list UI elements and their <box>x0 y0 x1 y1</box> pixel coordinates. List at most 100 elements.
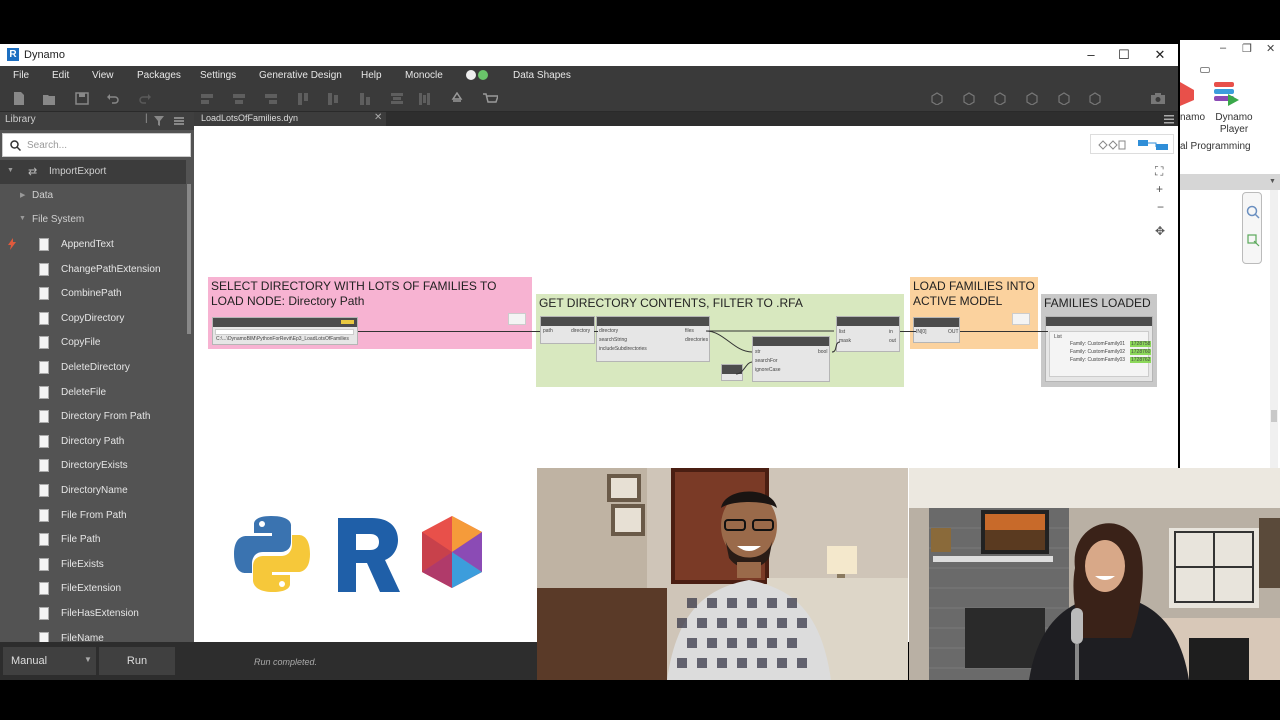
ribbon-dropdown-icon[interactable] <box>1200 67 1210 73</box>
menu-view[interactable]: View <box>92 70 114 81</box>
filter-by-bool-mask-node[interactable]: list mask in out <box>836 316 900 352</box>
library-item[interactable]: DirectoryExists <box>0 454 186 478</box>
zoom-region-icon[interactable] <box>1246 233 1260 247</box>
library-item[interactable]: DirectoryName <box>0 479 186 503</box>
view-cube-2-icon[interactable] <box>962 92 976 105</box>
zoom-in-icon[interactable]: + <box>1156 182 1163 196</box>
save-icon[interactable] <box>75 92 89 105</box>
library-item[interactable]: File From Path <box>0 504 186 528</box>
library-item[interactable]: AppendText <box>0 233 186 257</box>
recycle-icon[interactable] <box>450 92 464 105</box>
menu-generative-design[interactable]: Generative Design <box>259 70 342 81</box>
view-cube-4-icon[interactable] <box>1025 92 1039 105</box>
run-button[interactable]: Run <box>99 647 175 675</box>
library-search-field[interactable]: Search... <box>2 133 191 157</box>
close-button[interactable]: ✕ <box>1142 46 1178 64</box>
file-path-node[interactable]: path directory <box>540 316 595 344</box>
menu-monocle[interactable]: Monocle <box>405 70 443 81</box>
watch-node[interactable]: List Family: CustomFamily01 Family: Cust… <box>1045 316 1153 382</box>
menu-file[interactable]: File <box>13 70 29 81</box>
python-script-node[interactable]: IN[0] OUT <box>913 317 960 343</box>
library-item[interactable]: FileHasExtension <box>0 602 186 626</box>
geometry-view-icon[interactable] <box>1097 139 1127 151</box>
zoom-fit-icon[interactable]: ⛶ <box>1155 164 1163 179</box>
filter-icon[interactable] <box>154 116 164 126</box>
library-item[interactable]: File Path <box>0 528 186 552</box>
layout-toggle-icon[interactable]: | <box>145 113 148 124</box>
zoom-out-icon[interactable]: − <box>1157 200 1164 214</box>
subcategory-file-system[interactable]: ▼ File System <box>0 208 186 232</box>
view-cube-3-icon[interactable] <box>993 92 1007 105</box>
menu-settings[interactable]: Settings <box>200 70 236 81</box>
distribute-horizontal-icon[interactable] <box>418 92 432 105</box>
directory-contents-node[interactable]: directory searchString includeSubdirecto… <box>596 316 710 362</box>
view-cube-1-icon[interactable] <box>930 92 944 105</box>
library-item[interactable]: FileExists <box>0 553 186 577</box>
view-cube-6-icon[interactable] <box>1088 92 1102 105</box>
undo-icon[interactable] <box>106 92 120 105</box>
connector-wire[interactable] <box>900 331 916 332</box>
category-importexport[interactable]: ▼ ⇄ ImportExport <box>0 160 186 184</box>
align-right-icon[interactable] <box>264 92 278 105</box>
dynamo-ribbon-icon[interactable] <box>1180 80 1196 106</box>
element-id-badge[interactable]: 1728760 <box>1130 349 1152 355</box>
graph-view-icon[interactable] <box>1137 139 1169 151</box>
zoom-icon[interactable] <box>1246 205 1260 219</box>
connector-wire[interactable] <box>594 331 598 332</box>
close-icon[interactable]: ✕ <box>1266 42 1275 55</box>
library-item[interactable]: CombinePath <box>0 282 186 306</box>
menu-help[interactable]: Help <box>361 70 382 81</box>
properties-dropdown-icon[interactable]: ▼ <box>1269 178 1276 185</box>
library-item[interactable]: DeleteFile <box>0 381 186 405</box>
align-middle-icon[interactable] <box>326 92 340 105</box>
group-select-directory[interactable]: SELECT DIRECTORY WITH LOTS OF FAMILIES T… <box>208 277 532 349</box>
dynamo-player-icon[interactable] <box>1214 80 1240 106</box>
align-bottom-icon[interactable] <box>358 92 372 105</box>
close-tab-icon[interactable]: ✕ <box>374 112 382 123</box>
directory-path-node[interactable]: C:\...\DynamoBIM\PythonForRevit\Ep3_Load… <box>212 317 358 345</box>
camera-icon[interactable] <box>1150 92 1166 105</box>
minimize-icon[interactable]: – <box>1220 42 1226 54</box>
library-item[interactable]: ChangePathExtension <box>0 258 186 282</box>
open-file-icon[interactable] <box>42 92 56 105</box>
minimize-button[interactable]: – <box>1073 46 1109 64</box>
menu-icon[interactable] <box>1164 114 1174 124</box>
align-top-icon[interactable] <box>296 92 310 105</box>
library-item[interactable]: CopyDirectory <box>0 307 186 331</box>
connector-wires[interactable] <box>704 324 844 384</box>
restore-icon[interactable]: ❐ <box>1242 42 1252 55</box>
scrollbar-thumb[interactable] <box>1271 410 1277 422</box>
align-center-icon[interactable] <box>232 92 246 105</box>
list-view-icon[interactable] <box>174 116 184 126</box>
library-scrollbar[interactable] <box>187 184 191 334</box>
package-manager-icon[interactable] <box>482 92 498 105</box>
distribute-vertical-icon[interactable] <box>390 92 404 105</box>
library-item[interactable]: Directory Path <box>0 430 186 454</box>
menu-packages[interactable]: Packages <box>137 70 181 81</box>
notification-icon[interactable] <box>466 70 476 80</box>
redo-icon[interactable] <box>138 92 152 105</box>
group-families-loaded[interactable]: FAMILIES LOADED List Family: CustomFamil… <box>1041 294 1157 387</box>
library-item[interactable]: DeleteDirectory <box>0 356 186 380</box>
align-left-icon[interactable] <box>200 92 214 105</box>
library-item[interactable]: CopyFile <box>0 331 186 355</box>
group-load-families[interactable]: LOAD FAMILIES INTO ACTIVE MODEL IN[0] OU… <box>910 277 1038 349</box>
maximize-button[interactable]: ☐ <box>1106 46 1142 64</box>
element-id-badge[interactable]: 1728758 <box>1130 341 1152 347</box>
view-cube-5-icon[interactable] <box>1057 92 1071 105</box>
menu-edit[interactable]: Edit <box>52 70 69 81</box>
connector-wire[interactable] <box>358 331 540 332</box>
status-icon[interactable] <box>478 70 488 80</box>
connector-wire[interactable] <box>960 331 1048 332</box>
new-file-icon[interactable] <box>12 92 26 105</box>
menu-data-shapes[interactable]: Data Shapes <box>513 70 571 81</box>
element-id-badge[interactable]: 1728762 <box>1130 357 1152 363</box>
run-mode-select[interactable]: Manual ▼ <box>3 647 96 675</box>
library-item[interactable]: FileExtension <box>0 577 186 601</box>
subcategory-data[interactable]: ▶ Data <box>0 184 186 208</box>
tab-loadlotsoffamilies[interactable]: LoadLotsOfFamilies.dyn ✕ <box>194 112 386 126</box>
pan-icon[interactable]: ✥ <box>1155 224 1165 238</box>
browse-button[interactable] <box>215 329 354 335</box>
revit-scrollbar[interactable] <box>1270 190 1278 468</box>
library-item[interactable]: Directory From Path <box>0 405 186 429</box>
